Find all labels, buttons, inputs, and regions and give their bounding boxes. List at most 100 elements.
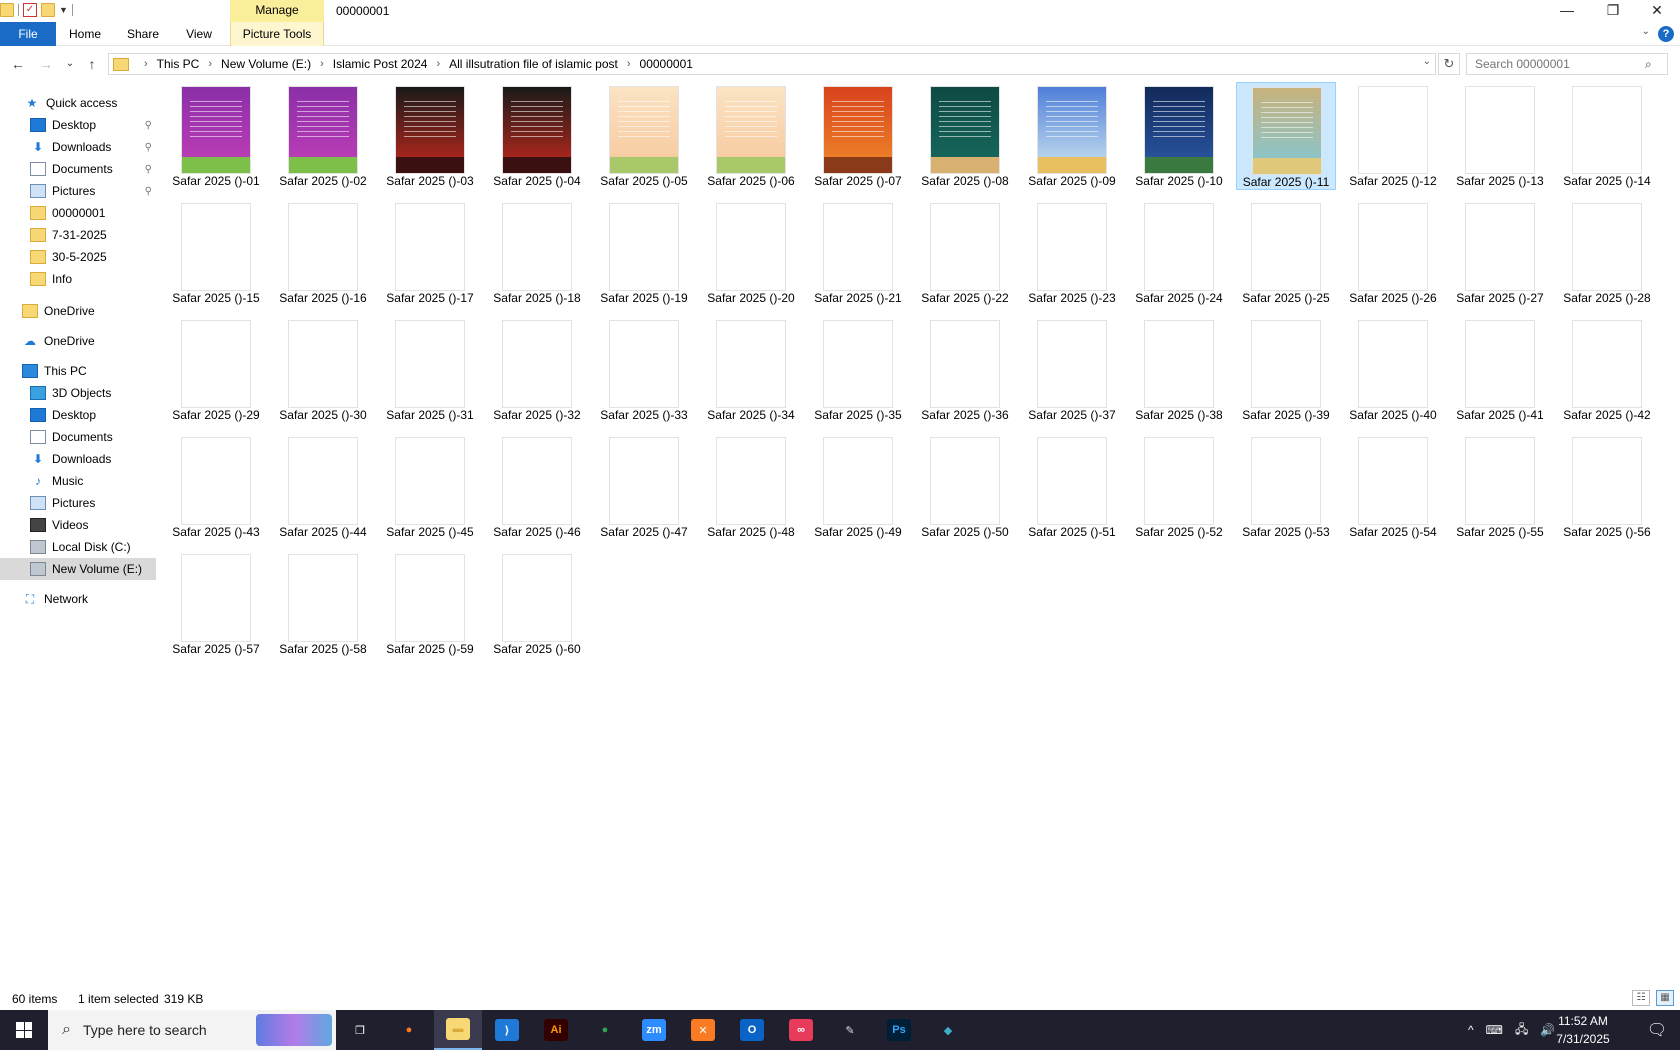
details-view-button[interactable]: ☷ xyxy=(1632,990,1650,1006)
recent-locations-button[interactable]: ⌄ xyxy=(60,54,80,74)
file-item[interactable]: Safar 2025 ()-59 xyxy=(380,550,480,658)
taskbar-file-explorer[interactable]: ▬ xyxy=(434,1010,482,1050)
file-item[interactable]: Safar 2025 ()-55 xyxy=(1450,433,1550,541)
file-item[interactable]: Safar 2025 ()-33 xyxy=(594,316,694,424)
file-item[interactable]: Safar 2025 ()-51 xyxy=(1022,433,1122,541)
taskbar-photoshop[interactable]: Ps xyxy=(875,1010,923,1050)
file-item[interactable]: Safar 2025 ()-20 xyxy=(701,199,801,307)
file-item[interactable]: Safar 2025 ()-44 xyxy=(273,433,373,541)
breadcrumb-separator-icon[interactable]: › xyxy=(627,58,631,70)
file-item[interactable]: Safar 2025 ()-24 xyxy=(1129,199,1229,307)
file-item[interactable]: Safar 2025 ()-13 xyxy=(1450,82,1550,190)
file-item[interactable]: Safar 2025 ()-57 xyxy=(166,550,266,658)
properties-icon[interactable]: ✓ xyxy=(23,3,37,17)
file-item[interactable]: Safar 2025 ()-58 xyxy=(273,550,373,658)
sidebar-item-00000001[interactable]: 00000001 xyxy=(0,202,158,224)
file-item[interactable]: Safar 2025 ()-25 xyxy=(1236,199,1336,307)
file-item[interactable]: Safar 2025 ()-32 xyxy=(487,316,587,424)
notification-icon[interactable]: 🗨 xyxy=(1634,1010,1680,1050)
tab-home[interactable]: Home xyxy=(62,22,108,46)
sidebar-item-pictures[interactable]: Pictures xyxy=(0,492,158,514)
address-bar[interactable]: › This PC › New Volume (E:) › Islamic Post 20… xyxy=(108,53,1436,75)
file-item[interactable]: Safar 2025 ()-04 xyxy=(487,82,587,190)
sidebar-item-downloads[interactable]: ⬇ Downloads xyxy=(0,448,158,470)
collapse-ribbon-icon[interactable]: ⌄ xyxy=(1642,26,1650,37)
breadcrumb-item[interactable]: All illsutration file of islamic post xyxy=(449,57,618,71)
taskbar-task-view[interactable]: ❐ xyxy=(336,1010,384,1050)
file-item[interactable]: Safar 2025 ()-30 xyxy=(273,316,373,424)
file-item[interactable]: Safar 2025 ()-46 xyxy=(487,433,587,541)
file-item[interactable]: Safar 2025 ()-28 xyxy=(1557,199,1657,307)
sidebar-item-quick-access[interactable]: ★ Quick access xyxy=(0,92,158,114)
file-item[interactable]: Safar 2025 ()-11 xyxy=(1236,82,1336,190)
breadcrumb-item[interactable]: New Volume (E:) xyxy=(221,57,311,71)
help-icon[interactable]: ? xyxy=(1658,26,1674,42)
file-item[interactable]: Safar 2025 ()-03 xyxy=(380,82,480,190)
close-button[interactable]: ✕ xyxy=(1634,0,1680,22)
breadcrumb-separator-icon[interactable]: › xyxy=(144,58,148,70)
tab-share[interactable]: Share xyxy=(118,22,168,46)
sidebar-item-documents[interactable]: Documents ⚲ xyxy=(0,158,158,180)
file-item[interactable]: Safar 2025 ()-35 xyxy=(808,316,908,424)
file-item[interactable]: Safar 2025 ()-31 xyxy=(380,316,480,424)
file-item[interactable]: Safar 2025 ()-50 xyxy=(915,433,1015,541)
manage-tab[interactable]: Manage xyxy=(230,0,324,22)
file-item[interactable]: Safar 2025 ()-53 xyxy=(1236,433,1336,541)
large-icons-view-button[interactable]: ▦ xyxy=(1656,990,1674,1006)
file-item[interactable]: Safar 2025 ()-26 xyxy=(1343,199,1443,307)
file-item[interactable]: Safar 2025 ()-09 xyxy=(1022,82,1122,190)
file-item[interactable]: Safar 2025 ()-14 xyxy=(1557,82,1657,190)
file-item[interactable]: Safar 2025 ()-05 xyxy=(594,82,694,190)
sidebar-item-info[interactable]: Info xyxy=(0,268,158,290)
file-item[interactable]: Safar 2025 ()-27 xyxy=(1450,199,1550,307)
tab-view[interactable]: View xyxy=(176,22,222,46)
file-item[interactable]: Safar 2025 ()-56 xyxy=(1557,433,1657,541)
breadcrumb-separator-icon[interactable]: › xyxy=(208,58,212,70)
forward-button[interactable]: → xyxy=(36,54,56,74)
file-item[interactable]: Safar 2025 ()-23 xyxy=(1022,199,1122,307)
taskbar-creative-cloud[interactable]: ∞ xyxy=(777,1010,825,1050)
sidebar-item-local-disk-c[interactable]: Local Disk (C:) xyxy=(0,536,158,558)
file-item[interactable]: Safar 2025 ()-47 xyxy=(594,433,694,541)
sidebar-item-this-pc[interactable]: This PC xyxy=(0,360,158,382)
taskbar-zoom[interactable]: zm xyxy=(630,1010,678,1050)
back-button[interactable]: ← xyxy=(8,54,28,74)
sidebar-item-7-31-2025[interactable]: 7-31-2025 xyxy=(0,224,158,246)
customize-toolbar-icon[interactable]: ▼ xyxy=(59,5,68,15)
breadcrumb-separator-icon[interactable]: › xyxy=(436,58,440,70)
taskbar-pen-tool[interactable]: ✎ xyxy=(826,1010,874,1050)
new-folder-icon[interactable] xyxy=(41,3,55,17)
file-item[interactable]: Safar 2025 ()-19 xyxy=(594,199,694,307)
file-item[interactable]: Safar 2025 ()-48 xyxy=(701,433,801,541)
file-item[interactable]: Safar 2025 ()-43 xyxy=(166,433,266,541)
file-item[interactable]: Safar 2025 ()-06 xyxy=(701,82,801,190)
file-item[interactable]: Safar 2025 ()-12 xyxy=(1343,82,1443,190)
taskbar-xampp[interactable]: ✕ xyxy=(679,1010,727,1050)
sidebar-item-30-5-2025[interactable]: 30-5-2025 xyxy=(0,246,158,268)
sidebar-item-desktop[interactable]: Desktop ⚲ xyxy=(0,114,158,136)
file-item[interactable]: Safar 2025 ()-16 xyxy=(273,199,373,307)
file-item[interactable]: Safar 2025 ()-34 xyxy=(701,316,801,424)
keyboard-icon[interactable]: ⌨ xyxy=(1486,1023,1503,1037)
taskbar-outlook[interactable]: O xyxy=(728,1010,776,1050)
file-item[interactable]: Safar 2025 ()-07 xyxy=(808,82,908,190)
file-item[interactable]: Safar 2025 ()-37 xyxy=(1022,316,1122,424)
taskbar-app-diamond[interactable]: ◆ xyxy=(924,1010,972,1050)
breadcrumb-item[interactable]: Islamic Post 2024 xyxy=(333,57,428,71)
breadcrumb-item[interactable]: 00000001 xyxy=(640,57,693,71)
sidebar-item-music[interactable]: ♪ Music xyxy=(0,470,158,492)
file-item[interactable]: Safar 2025 ()-21 xyxy=(808,199,908,307)
file-item[interactable]: Safar 2025 ()-38 xyxy=(1129,316,1229,424)
taskbar-vscode[interactable]: ⟩ xyxy=(483,1010,531,1050)
taskbar-search-box[interactable]: ⌕ Type here to search xyxy=(48,1010,336,1050)
network-status-icon[interactable]: 🖧 xyxy=(1515,1020,1528,1041)
start-button[interactable] xyxy=(0,1010,48,1050)
sidebar-item-pictures[interactable]: Pictures ⚲ xyxy=(0,180,158,202)
file-item[interactable]: Safar 2025 ()-40 xyxy=(1343,316,1443,424)
file-item[interactable]: Safar 2025 ()-02 xyxy=(273,82,373,190)
file-item[interactable]: Safar 2025 ()-17 xyxy=(380,199,480,307)
sidebar-item-downloads[interactable]: ⬇ Downloads ⚲ xyxy=(0,136,158,158)
file-item[interactable]: Safar 2025 ()-29 xyxy=(166,316,266,424)
taskbar-chrome[interactable]: ● xyxy=(581,1010,629,1050)
breadcrumb-separator-icon[interactable]: › xyxy=(320,58,324,70)
